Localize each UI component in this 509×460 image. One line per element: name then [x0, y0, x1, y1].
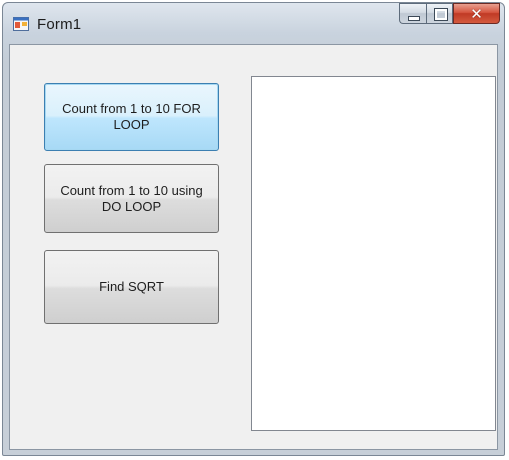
minimize-button[interactable] — [399, 3, 426, 24]
count-for-loop-button[interactable]: Count from 1 to 10 FOR LOOP — [44, 83, 219, 151]
form-app-icon — [13, 17, 29, 31]
caption-buttons: ✕ — [399, 3, 500, 25]
output-listbox[interactable] — [251, 76, 496, 431]
count-do-loop-button-label: Count from 1 to 10 using DO LOOP — [60, 182, 203, 214]
maximize-icon — [434, 8, 448, 21]
count-do-loop-button[interactable]: Count from 1 to 10 using DO LOOP — [44, 164, 219, 233]
find-sqrt-button[interactable]: Find SQRT — [44, 250, 219, 324]
window-title: Form1 — [37, 16, 82, 33]
close-icon: ✕ — [470, 5, 483, 23]
form-client-area: Count from 1 to 10 FOR LOOP Count from 1… — [9, 44, 498, 450]
find-sqrt-button-label: Find SQRT — [99, 279, 164, 294]
maximize-button[interactable] — [426, 3, 453, 24]
close-button[interactable]: ✕ — [453, 3, 500, 24]
title-bar[interactable]: Form1 ✕ — [3, 3, 504, 47]
minimize-icon — [408, 16, 420, 21]
form-window: Form1 ✕ Count from 1 to 10 FOR LOOP Coun… — [2, 2, 505, 456]
count-for-loop-button-label: Count from 1 to 10 FOR LOOP — [62, 101, 201, 132]
